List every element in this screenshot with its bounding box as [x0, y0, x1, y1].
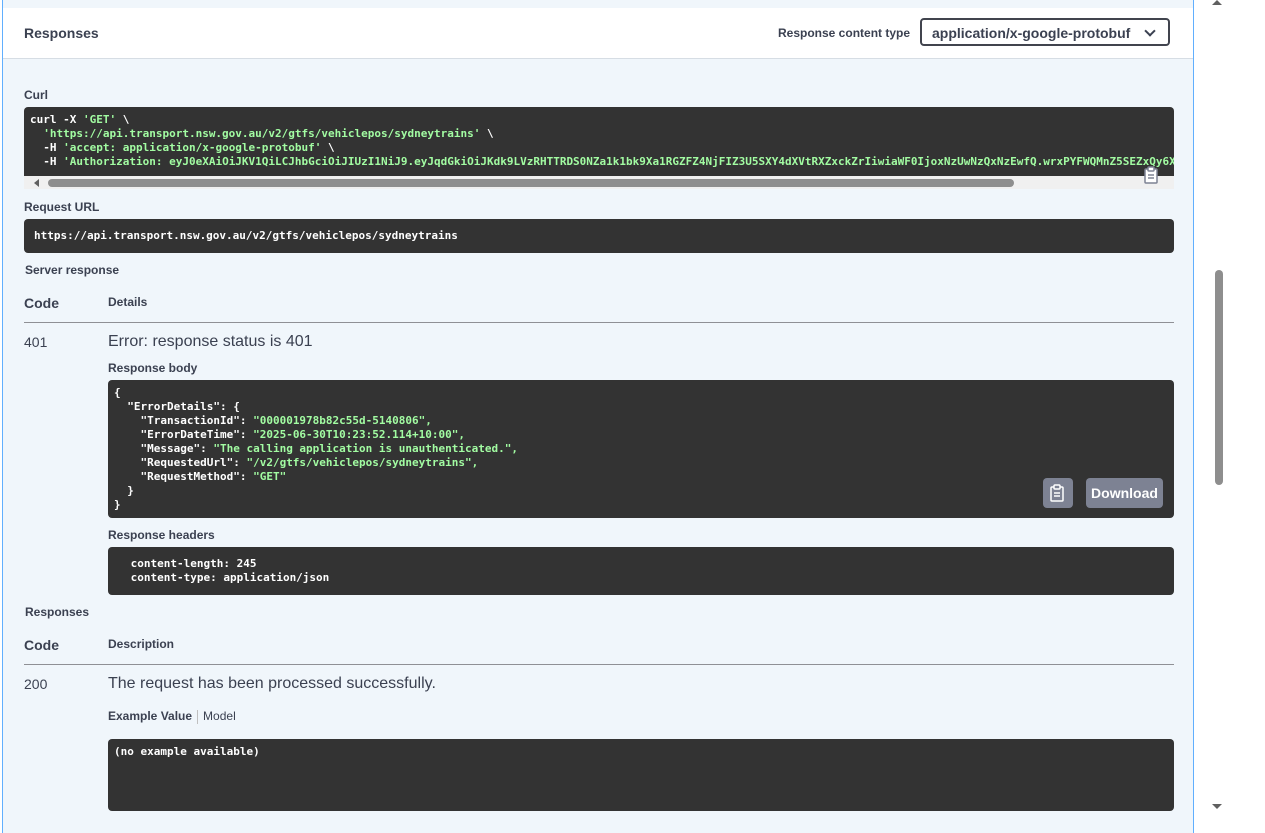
- curl-label: Curl: [24, 88, 48, 102]
- response-header-line: content-length: 245: [124, 557, 264, 570]
- response-body-line-token: "/v2/gtfs/vehiclepos/sydneytrains",: [246, 456, 479, 469]
- request-url-label: Request URL: [24, 200, 100, 214]
- curl-line-token: 'https://api.transport.nsw.gov.au/v2/gtf…: [43, 127, 481, 140]
- curl-line-token: \: [116, 113, 130, 126]
- response-body-line: {: [114, 386, 1168, 400]
- scroll-left-icon[interactable]: [34, 179, 39, 187]
- response-body-line-token: "RequestMethod":: [114, 470, 254, 483]
- curl-line-token: 'accept: application/x-google-protobuf': [63, 141, 322, 154]
- curl-line-token: -H: [30, 141, 64, 154]
- curl-line-token: 'Authorization: eyJ0eXAiOiJKV1QiLCJhbGci…: [63, 155, 1174, 168]
- curl-line-token: \: [321, 141, 335, 154]
- response-body-line: "RequestedUrl": "/v2/gtfs/vehiclepos/syd…: [114, 456, 1168, 470]
- tab-model[interactable]: Model: [203, 709, 236, 723]
- curl-line-token: 'GET': [82, 113, 117, 126]
- copy-to-clipboard-icon[interactable]: [1144, 166, 1160, 184]
- response-body-line-token: }: [114, 484, 134, 497]
- curl-line: -H 'accept: application/x-google-protobu…: [30, 141, 1168, 155]
- curl-horizontal-scrollbar[interactable]: [24, 176, 1174, 189]
- response-body-line: }: [114, 484, 1168, 498]
- responses-section-label: Responses: [25, 605, 90, 619]
- response-body-code-block[interactable]: { "ErrorDetails": { "TransactionId": "00…: [108, 380, 1174, 518]
- response-body-line: }: [114, 498, 1168, 512]
- curl-line: curl -X 'GET' \: [30, 113, 1168, 127]
- response-body-line: "RequestMethod": "GET": [114, 470, 1168, 484]
- scrollbar-thumb[interactable]: [48, 179, 1014, 187]
- response-headers-label: Response headers: [108, 528, 215, 542]
- curl-line: 'https://api.transport.nsw.gov.au/v2/gtf…: [30, 127, 1168, 141]
- download-button[interactable]: Download: [1086, 478, 1163, 508]
- curl-line-token: [30, 127, 43, 140]
- response-body-line-token: "GET": [253, 470, 287, 483]
- response-status-code: 401: [24, 334, 48, 350]
- response-body-line-token: "2025-06-30T10:23:52.114+10:00",: [253, 428, 465, 441]
- response-body-line-token: }: [114, 498, 121, 511]
- response-body-line: "Message": "The calling application is u…: [114, 442, 1168, 456]
- success-status-code: 200: [24, 676, 48, 692]
- server-response-label: Server response: [25, 263, 120, 277]
- response-body-line-token: "Message":: [114, 442, 214, 455]
- response-body-line: "ErrorDetails": {: [114, 400, 1168, 414]
- curl-line-token: -H: [30, 155, 64, 168]
- responses-panel: Responses Response content type applicat…: [2, 0, 1194, 833]
- tab-example-value[interactable]: Example Value: [108, 709, 192, 723]
- response-body-line-token: "ErrorDateTime":: [114, 428, 254, 441]
- response-headers-code-block[interactable]: content-length: 245 content-type: applic…: [108, 547, 1174, 595]
- copy-to-clipboard-icon: [1050, 484, 1064, 502]
- table-divider: [24, 664, 1174, 665]
- success-description: The request has been processed successfu…: [108, 675, 436, 692]
- response-body-line-token: "ErrorDetails": {: [114, 400, 240, 413]
- response-header-line: content-type: application/json: [124, 571, 336, 584]
- request-url-value[interactable]: https://api.transport.nsw.gov.au/v2/gtfs…: [24, 219, 1174, 253]
- responses-title: Responses: [24, 25, 99, 41]
- response-body-line-token: {: [114, 386, 121, 399]
- table-divider: [24, 322, 1174, 323]
- responses-header: Responses Response content type applicat…: [3, 8, 1193, 59]
- page-vertical-scrollbar[interactable]: [1208, 0, 1225, 833]
- responses-description-header: Description: [108, 637, 175, 651]
- scrollbar-thumb[interactable]: [1215, 270, 1223, 485]
- response-body-line-token: "TransactionId":: [114, 414, 254, 427]
- server-response-details-header: Details: [108, 295, 148, 309]
- scroll-down-icon[interactable]: [1212, 804, 1222, 809]
- response-body-line: "ErrorDateTime": "2025-06-30T10:23:52.11…: [114, 428, 1168, 442]
- content-type-value: application/x-google-protobuf: [932, 25, 1131, 41]
- response-body-line-token: "RequestedUrl":: [114, 456, 247, 469]
- response-body-line-token: "The calling application is unauthentica…: [213, 442, 518, 455]
- response-body-label: Response body: [108, 361, 198, 375]
- responses-code-header: Code: [24, 637, 59, 653]
- response-body-line: "TransactionId": "000001978b82c55d-51408…: [114, 414, 1168, 428]
- chevron-down-icon: [1144, 25, 1156, 37]
- server-response-code-header: Code: [24, 295, 59, 311]
- curl-line-token: curl -X: [30, 113, 83, 126]
- content-type-select[interactable]: application/x-google-protobuf: [920, 18, 1170, 46]
- curl-line: -H 'Authorization: eyJ0eXAiOiJKV1QiLCJhb…: [30, 155, 1174, 169]
- copy-response-button[interactable]: [1043, 478, 1073, 508]
- scroll-up-icon[interactable]: [1212, 0, 1222, 5]
- example-value-code-block[interactable]: (no example available): [108, 739, 1174, 811]
- tab-separator: [197, 709, 199, 724]
- curl-line-token: \: [480, 127, 494, 140]
- response-body-line-token: "000001978b82c55d-5140806",: [253, 414, 432, 427]
- response-status-text: Error: response status is 401: [108, 333, 313, 350]
- example-model-tabs: Example Value Model: [108, 709, 236, 724]
- content-type-label: Response content type: [778, 26, 911, 40]
